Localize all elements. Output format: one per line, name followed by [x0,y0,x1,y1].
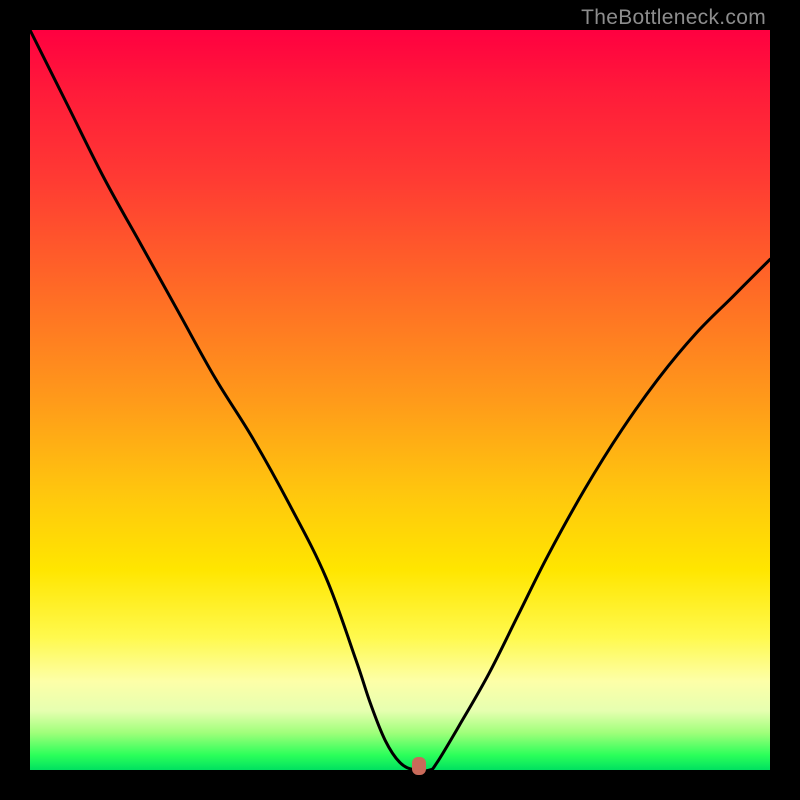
bottleneck-curve [30,30,770,770]
chart-frame: TheBottleneck.com [0,0,800,800]
optimum-marker [412,757,426,775]
curve-path [30,30,770,771]
watermark-text: TheBottleneck.com [581,6,766,30]
plot-area [30,30,770,770]
